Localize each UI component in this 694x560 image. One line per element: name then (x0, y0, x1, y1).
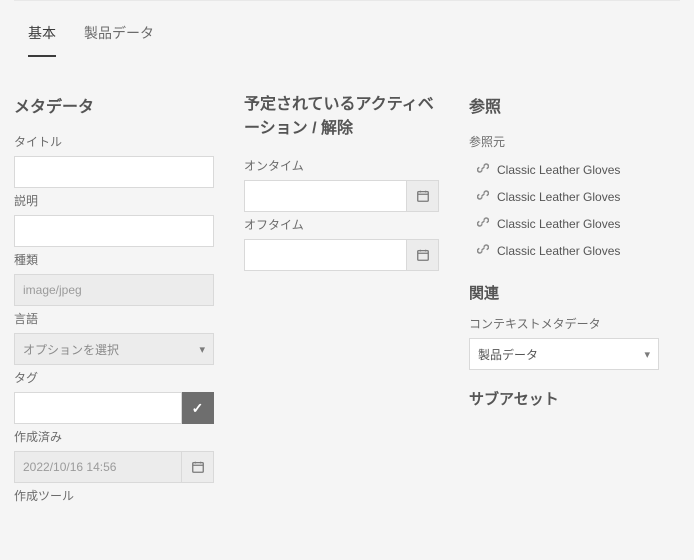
ontime-input[interactable] (244, 180, 407, 212)
tags-label: タグ (14, 369, 214, 386)
references-heading: 参照 (469, 93, 659, 117)
description-label: 説明 (14, 192, 214, 209)
offtime-label: オフタイム (244, 216, 439, 233)
tags-input[interactable] (14, 392, 182, 424)
references-column: 参照 参照元 Classic Leather Gloves Classic Le… (469, 93, 659, 510)
language-placeholder: オプションを選択 (23, 341, 119, 358)
tab-product-data[interactable]: 製品データ (84, 23, 154, 57)
created-calendar-button[interactable] (182, 451, 214, 483)
activation-heading: 予定されているアクティベーション / 解除 (244, 93, 439, 141)
type-field: image/jpeg (14, 274, 214, 306)
context-value: 製品データ (478, 346, 538, 363)
created-label: 作成済み (14, 428, 214, 445)
link-icon (477, 243, 489, 258)
subasset-heading: サブアセット (469, 388, 659, 409)
tabs: 基本 製品データ (14, 0, 680, 57)
activation-column: 予定されているアクティベーション / 解除 オンタイム オフタイム (244, 93, 439, 510)
reference-label: Classic Leather Gloves (497, 217, 620, 231)
offtime-input[interactable] (244, 239, 407, 271)
description-input[interactable] (14, 215, 214, 247)
context-select[interactable]: 製品データ ▾ (469, 338, 659, 370)
reference-label: Classic Leather Gloves (497, 244, 620, 258)
chevron-down-icon: ▾ (644, 348, 650, 361)
offtime-calendar-button[interactable] (407, 239, 439, 271)
title-label: タイトル (14, 133, 214, 150)
metadata-heading: メタデータ (14, 93, 214, 117)
reference-label: Classic Leather Gloves (497, 190, 620, 204)
reference-item[interactable]: Classic Leather Gloves (469, 183, 659, 210)
ontime-calendar-button[interactable] (407, 180, 439, 212)
link-icon (477, 162, 489, 177)
referrers-list: Classic Leather Gloves Classic Leather G… (469, 156, 659, 264)
reference-item[interactable]: Classic Leather Gloves (469, 237, 659, 264)
related-heading: 関連 (469, 282, 659, 303)
check-icon: ✓ (192, 400, 204, 417)
tab-basic[interactable]: 基本 (28, 23, 56, 57)
reference-item[interactable]: Classic Leather Gloves (469, 210, 659, 237)
chevron-down-icon: ▾ (199, 343, 205, 356)
link-icon (477, 216, 489, 231)
tool-label: 作成ツール (14, 487, 214, 504)
reference-item[interactable]: Classic Leather Gloves (469, 156, 659, 183)
language-label: 言語 (14, 310, 214, 327)
referrers-label: 参照元 (469, 133, 659, 150)
ontime-label: オンタイム (244, 157, 439, 174)
created-field: 2022/10/16 14:56 (14, 451, 182, 483)
tags-confirm-button[interactable]: ✓ (182, 392, 214, 424)
context-label: コンテキストメタデータ (469, 315, 659, 332)
reference-label: Classic Leather Gloves (497, 163, 620, 177)
metadata-column: メタデータ タイトル 説明 種類 image/jpeg 言語 オプションを選択 … (14, 93, 214, 510)
type-label: 種類 (14, 251, 214, 268)
title-input[interactable] (14, 156, 214, 188)
language-select[interactable]: オプションを選択 ▾ (14, 333, 214, 365)
link-icon (477, 189, 489, 204)
